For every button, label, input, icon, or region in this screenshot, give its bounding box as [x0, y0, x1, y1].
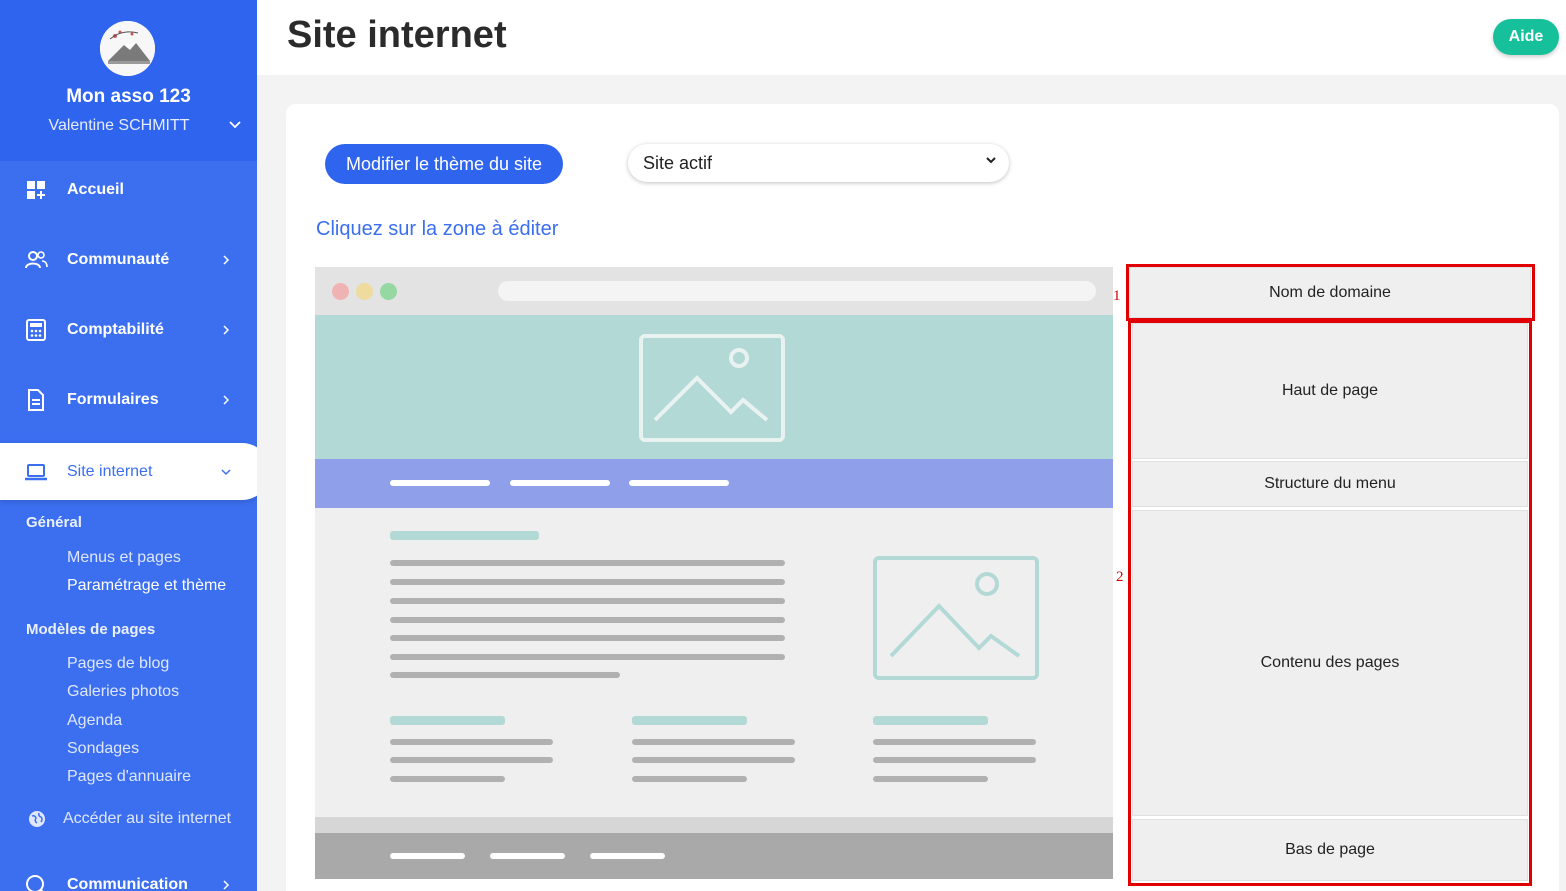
section-title-general: Général	[26, 514, 82, 531]
sub-link-blog[interactable]: Pages de blog	[67, 655, 169, 673]
chevron-right-icon	[223, 255, 230, 265]
site-preview-mockup	[315, 267, 1113, 879]
mock-dot-green	[380, 283, 397, 300]
mock-menu	[315, 459, 1113, 508]
nav-label: Site internet	[67, 462, 153, 480]
mock-dot-yellow	[356, 283, 373, 300]
highlight-box-1	[1126, 264, 1535, 321]
marker-2: 2	[1116, 569, 1124, 585]
chevron-down-icon[interactable]	[228, 118, 242, 132]
chevron-right-icon	[223, 395, 230, 405]
select-value: Site actif	[643, 152, 713, 173]
nav-label: Comptabilité	[67, 321, 164, 338]
chevron-right-icon	[223, 880, 230, 890]
nav-label: Formulaires	[67, 391, 159, 408]
page-title: Site internet	[287, 14, 507, 56]
calculator-icon	[26, 319, 46, 341]
globe-icon	[29, 811, 45, 827]
instruction-text: Cliquez sur la zone à éditer	[316, 218, 559, 240]
nav-label: Accueil	[67, 181, 124, 198]
community-icon	[25, 251, 48, 269]
image-placeholder-icon	[639, 334, 785, 442]
document-icon	[28, 389, 44, 411]
marker-1: 1	[1113, 288, 1121, 304]
nav-item-formulaires[interactable]: Formulaires	[0, 373, 257, 427]
sub-link-annuaire[interactable]: Pages d'annuaire	[67, 768, 191, 786]
chevron-down-icon	[986, 157, 996, 164]
image-placeholder-icon	[873, 556, 1039, 680]
nav-item-comptabilite[interactable]: Comptabilité	[0, 303, 257, 357]
user-name: Valentine SCHMITT	[48, 117, 190, 134]
nav-item-site-internet[interactable]: Site internet	[0, 443, 257, 500]
nav-item-accueil[interactable]: Accueil	[0, 163, 257, 217]
sidebar: Mon asso 123 Valentine SCHMITT Accueil C…	[0, 0, 257, 891]
external-site-label: Accéder au site internet	[63, 810, 232, 827]
sub-link-menus-pages[interactable]: Menus et pages	[67, 549, 181, 567]
sub-link-galeries[interactable]: Galeries photos	[67, 683, 179, 701]
site-status-select[interactable]: Site actif	[628, 144, 1009, 182]
laptop-icon	[25, 463, 47, 480]
section-title-modeles: Modèles de pages	[26, 621, 156, 638]
chevron-down-icon	[221, 468, 231, 475]
mock-footer	[315, 833, 1113, 879]
nav-item-communication[interactable]: Communication	[0, 858, 257, 891]
account-header[interactable]: Mon asso 123 Valentine SCHMITT	[0, 0, 257, 161]
nav-label: Communication	[67, 876, 188, 891]
mock-dot-red	[332, 283, 349, 300]
communication-icon	[26, 875, 44, 891]
mock-footer-top	[315, 817, 1113, 833]
organization-name: Mon asso 123	[66, 86, 191, 107]
mock-url-bar	[498, 281, 1096, 301]
dashboard-icon	[27, 181, 45, 199]
highlight-box-2	[1128, 320, 1532, 886]
avatar	[100, 21, 155, 76]
nav-item-communaute[interactable]: Communauté	[0, 233, 257, 287]
mock-hero	[315, 315, 1113, 459]
edit-theme-button[interactable]: Modifier le thème du site	[325, 144, 563, 184]
content-card: Modifier le thème du site Site actif Cli…	[286, 104, 1559, 891]
help-button[interactable]: Aide	[1493, 19, 1559, 55]
sub-link-sondages[interactable]: Sondages	[67, 740, 139, 758]
top-bar: Site internet Aide	[257, 0, 1566, 75]
sub-link-parametrage-theme[interactable]: Paramétrage et thème	[67, 577, 226, 595]
mock-browser-bar	[315, 267, 1113, 315]
nav-label: Communauté	[67, 251, 170, 268]
chevron-right-icon	[223, 325, 230, 335]
external-site-link[interactable]: Accéder au site internet	[0, 806, 257, 834]
sub-link-agenda[interactable]: Agenda	[67, 712, 122, 730]
